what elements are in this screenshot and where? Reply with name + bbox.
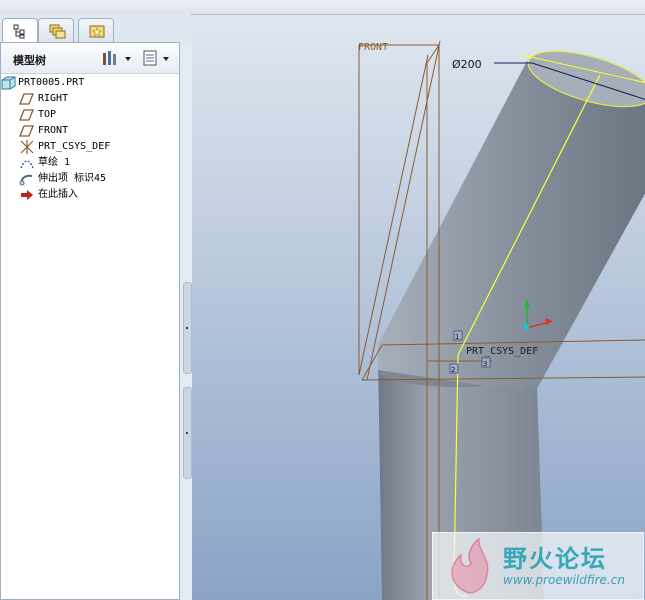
tree-item-sketch[interactable]: 草绘 1 <box>1 155 179 171</box>
model-tree-title: 模型树 <box>13 54 46 67</box>
datum-plane-icon <box>19 109 34 121</box>
flame-logo-icon <box>451 537 489 594</box>
tree-icon <box>13 24 25 39</box>
tree-item-insert-here[interactable]: 在此插入 <box>1 187 179 203</box>
tree-item-extrude[interactable]: 伸出项 标识45 <box>1 171 179 187</box>
extrude-icon <box>19 174 33 186</box>
datum-plane-icon <box>19 93 34 105</box>
insert-arrow-icon <box>21 190 33 200</box>
marker-label: 1 <box>455 333 459 341</box>
model-tree-header: 模型树 <box>1 43 179 74</box>
tree-item-label: 在此插入 <box>38 189 78 200</box>
diameter-dimension[interactable]: Ø200 <box>452 58 482 71</box>
panel-splitter[interactable] <box>180 42 192 600</box>
sketch-icon <box>20 160 34 169</box>
folders-icon <box>49 24 66 39</box>
tree-item-label: PRT_CSYS_DEF <box>38 141 111 152</box>
front-plane-label: FRONT <box>358 42 388 53</box>
tools-icon <box>103 51 131 65</box>
tree-item-front[interactable]: FRONT <box>1 123 179 139</box>
model-tree-panel: 模型树 PRT0005.PRT RIGHT TOP FRONT PRT_CSYS… <box>0 42 180 600</box>
tree-item-label: 伸出项 标识45 <box>38 173 107 184</box>
tree-filters-button[interactable] <box>141 49 175 67</box>
forum-watermark: 野火论坛 www.proewildfire.cn <box>432 532 644 600</box>
coordinate-system-icon <box>20 140 34 154</box>
csys-label: PRT_CSYS_DEF <box>466 346 538 357</box>
tree-item-part[interactable]: PRT0005.PRT <box>1 75 179 91</box>
splitter-grip-bottom[interactable] <box>183 387 192 479</box>
datum-plane-icon <box>19 125 34 137</box>
marker-label: 3 <box>483 360 487 368</box>
tree-item-label: PRT0005.PRT <box>18 77 85 88</box>
tree-item-csys[interactable]: PRT_CSYS_DEF <box>1 139 179 155</box>
part-icon <box>1 76 16 90</box>
upper-cylinder[interactable] <box>378 61 645 387</box>
tab-model-tree[interactable] <box>2 18 38 44</box>
watermark-title: 野火论坛 <box>503 545 607 573</box>
navigator-tabs <box>0 14 190 44</box>
list-settings-icon <box>143 50 169 66</box>
model-view: FRONT Ø200 PRT_CSYS_DEF 1 2 3 <box>358 40 645 600</box>
splitter-grip-top[interactable] <box>183 282 192 374</box>
tree-item-label: RIGHT <box>38 93 69 104</box>
graphics-viewport[interactable]: FRONT Ø200 PRT_CSYS_DEF 1 2 3 <box>192 15 645 600</box>
tab-favorites[interactable] <box>78 18 114 43</box>
tree-item-label: 草绘 1 <box>38 157 71 168</box>
tree-item-top[interactable]: TOP <box>1 107 179 123</box>
tree-settings-button[interactable] <box>101 49 137 67</box>
marker-label: 2 <box>451 366 455 374</box>
tree-item-label: FRONT <box>38 125 69 136</box>
tab-folder-browser[interactable] <box>38 18 74 43</box>
watermark-url: www.proewildfire.cn <box>503 573 625 587</box>
star-folder-icon <box>89 25 105 38</box>
window-top-strip <box>0 0 645 15</box>
tree-item-label: TOP <box>38 109 57 120</box>
tree-item-right[interactable]: RIGHT <box>1 91 179 107</box>
